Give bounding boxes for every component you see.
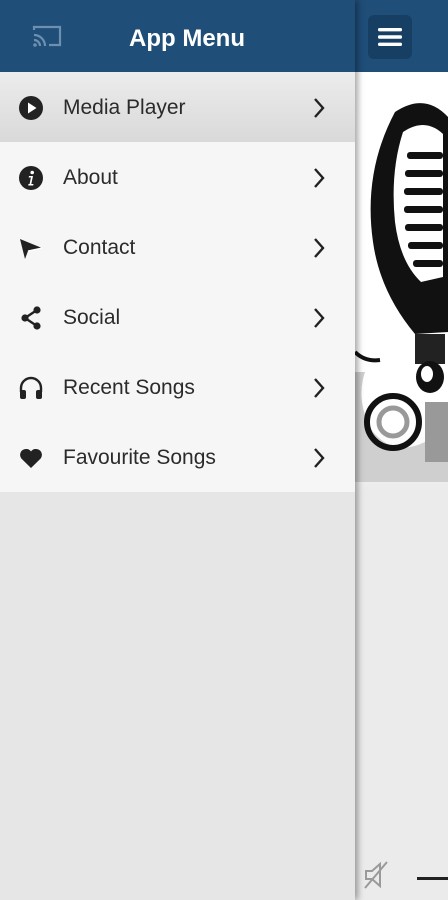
menu-item-social[interactable]: Social <box>0 282 355 352</box>
menu-item-contact[interactable]: Contact <box>0 212 355 282</box>
send-icon <box>18 235 44 261</box>
menu-item-favourite-songs[interactable]: Favourite Songs <box>0 422 355 492</box>
chevron-right-icon <box>314 308 325 328</box>
player-bar <box>355 852 448 900</box>
chevron-right-icon <box>314 448 325 468</box>
menu-item-about[interactable]: About <box>0 142 355 212</box>
menu-item-recent-songs[interactable]: Recent Songs <box>0 352 355 422</box>
menu-item-label: Recent Songs <box>63 376 195 399</box>
share-icon <box>18 305 44 331</box>
menu-item-label: About <box>63 166 118 189</box>
navigation-drawer: App Menu Media Player About Contact Soci… <box>0 0 355 900</box>
chevron-right-icon <box>314 378 325 398</box>
menu-item-label: Social <box>63 306 121 329</box>
play-circle-icon <box>18 95 44 121</box>
menu-button[interactable] <box>368 15 412 59</box>
menu-item-media-player[interactable]: Media Player <box>0 72 355 142</box>
drawer-header: App Menu <box>0 0 355 72</box>
chevron-right-icon <box>314 98 325 118</box>
heart-icon <box>18 445 44 471</box>
headphones-icon <box>18 375 44 401</box>
volume-mute-icon[interactable] <box>363 860 389 890</box>
drawer-title: App Menu <box>129 25 245 52</box>
main-content <box>355 0 448 900</box>
info-icon <box>18 165 44 191</box>
menu-item-label: Contact <box>63 236 136 259</box>
drawer-menu: Media Player About Contact Social Recent… <box>0 72 355 492</box>
menu-item-label: Favourite Songs <box>63 446 216 469</box>
chevron-right-icon <box>314 238 325 258</box>
volume-slider[interactable] <box>417 877 448 880</box>
microphone-artwork <box>355 72 448 490</box>
menu-item-label: Media Player <box>63 96 186 119</box>
hamburger-icon <box>378 28 402 46</box>
chevron-right-icon <box>314 168 325 188</box>
